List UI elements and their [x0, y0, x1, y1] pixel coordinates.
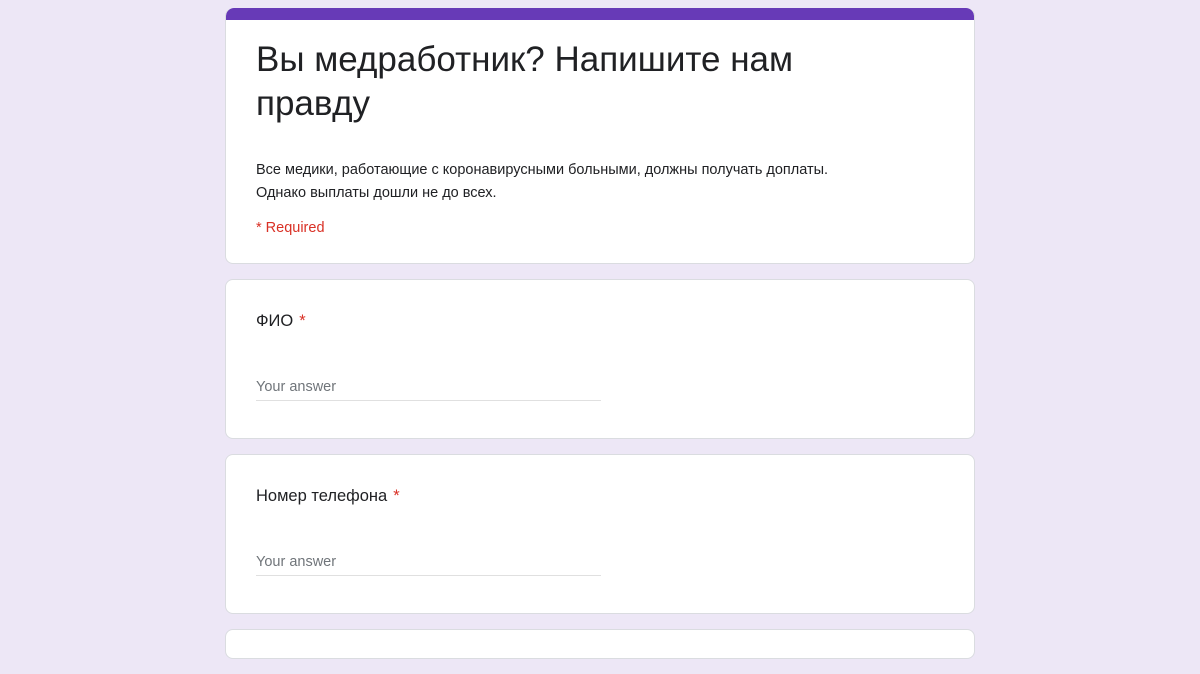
required-note: * Required — [256, 220, 325, 236]
form-header-card: Вы медработник? Напишите нам правду Все … — [225, 8, 975, 264]
form-container: Вы медработник? Напишите нам правду Все … — [225, 8, 975, 674]
phone-answer-input[interactable] — [256, 549, 601, 576]
question-title-text: ФИО — [256, 312, 294, 330]
form-title: Вы медработник? Напишите нам правду — [256, 40, 794, 123]
form-description-line: Все медики, работающие с коронавирусными… — [256, 162, 829, 178]
header-accent-bar — [226, 8, 974, 20]
question-title: Номер телефона * — [256, 487, 400, 506]
question-card-phone: Номер телефона * — [225, 454, 975, 614]
question-card-fio: ФИО * — [225, 279, 975, 439]
required-asterisk: * — [393, 487, 400, 505]
required-asterisk: * — [299, 312, 306, 330]
question-title: ФИО * — [256, 312, 306, 331]
fio-answer-input[interactable] — [256, 374, 601, 401]
form-description-line: Однако выплаты дошли не до всех. — [256, 185, 497, 201]
form-description: Все медики, работающие с коронавирусными… — [256, 159, 956, 205]
next-question-card — [225, 629, 975, 659]
question-title-text: Номер телефона — [256, 487, 388, 505]
